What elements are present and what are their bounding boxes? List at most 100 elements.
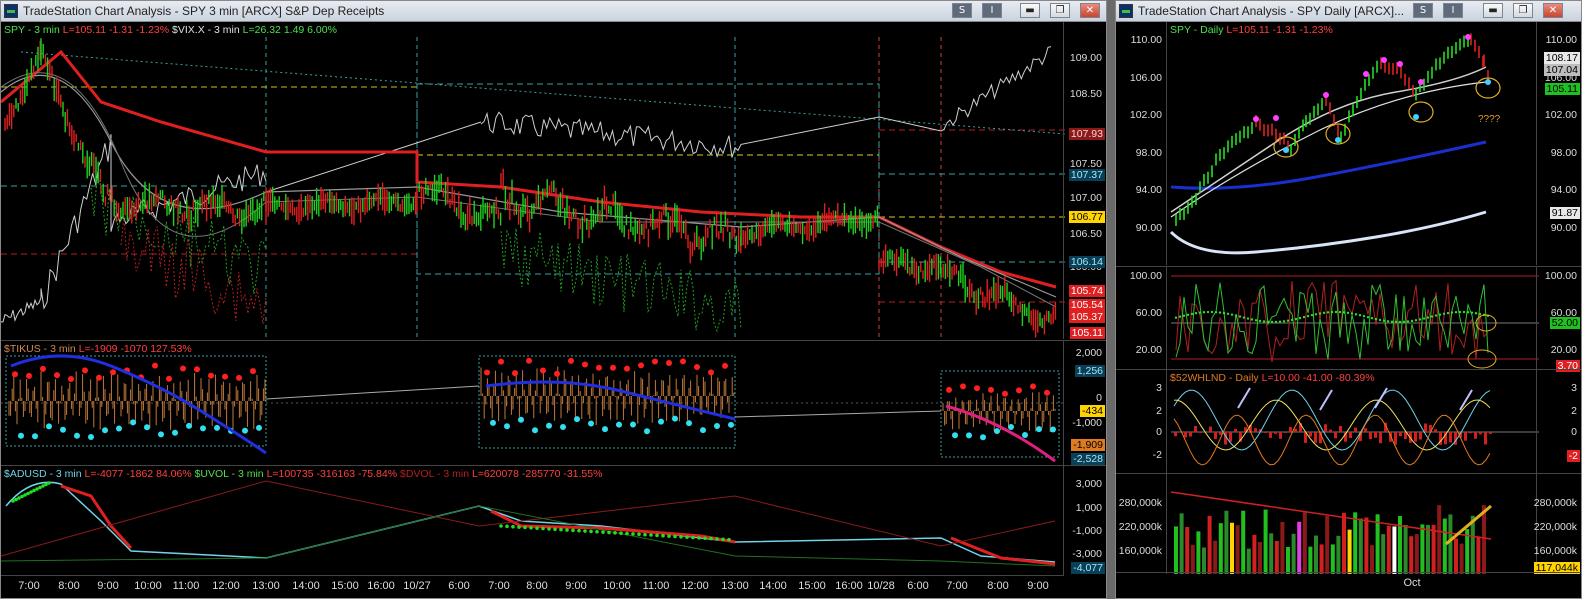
whl-marker-stroke <box>1374 387 1388 409</box>
window-title: TradeStation Chart Analysis - SPY Daily … <box>1138 4 1405 18</box>
osc-dot <box>1462 310 1466 314</box>
adusd-dot <box>667 534 671 538</box>
vol-scale[interactable]: 280,000k 220,000k 160,000k 117,044k <box>1533 474 1581 574</box>
volume-bar <box>1174 526 1178 574</box>
adusd-dot <box>655 533 659 538</box>
tikus-pane[interactable]: $TIKUS - 3 min L=-1909 -1070 127.53% 2,0… <box>1 340 1106 465</box>
volume-bar <box>1302 511 1307 574</box>
spy-price-scale[interactable]: 109.00108.50107.50107.00106.50106.00107.… <box>1063 22 1106 339</box>
whl-bar <box>1394 432 1397 445</box>
volume-bar <box>1431 524 1436 574</box>
adusd-scale[interactable]: 3,000 1,000 -1,000 -3,000 -4,077 <box>1063 466 1106 576</box>
volume-bar <box>1381 534 1386 574</box>
whl-bar <box>1434 429 1437 432</box>
whlnd-pane[interactable]: 3 2 0 -2 $52WHLND - Daily L=10.00 -41.00 -8… <box>1116 369 1581 473</box>
adusd-dot <box>511 524 515 529</box>
volume-bar <box>1224 510 1229 574</box>
volume-bar <box>1179 513 1184 574</box>
vix-line <box>480 46 1052 159</box>
whl-bar <box>1289 427 1292 432</box>
time-axis[interactable]: 7:00 8:00 9:00 10:00 11:00 12:00 13:00 14:00 15:… <box>1 575 1064 598</box>
whl-bar <box>1369 432 1372 440</box>
spy-daily-plot: ???? <box>1169 33 1501 255</box>
whl-scale[interactable]: 3 2 0 -2 <box>1536 370 1581 473</box>
minimize-button[interactable]: ▬ <box>1020 3 1040 18</box>
restore-button[interactable]: ❐ <box>1050 3 1070 18</box>
title-bar[interactable]: TradeStation Chart Analysis - SPY Daily … <box>1116 1 1581 22</box>
swing-high-dot <box>1418 79 1424 85</box>
whl-bar <box>1379 432 1382 444</box>
header-field: 1.49 <box>283 24 308 36</box>
date-axis[interactable]: Oct <box>1116 572 1581 598</box>
tick-high-dot <box>110 369 116 376</box>
volume-pane[interactable]: 280,000k 220,000k 160,000k 280,000k 220,000… <box>1116 473 1581 574</box>
daily-tick: 102.00 <box>1544 109 1577 121</box>
volume-bar <box>1448 514 1453 574</box>
header-field: L=-1909 <box>78 343 121 355</box>
volume-bar <box>1235 525 1240 574</box>
daily-marker: 105.11 <box>1544 83 1580 95</box>
tick-low-dot <box>952 432 958 439</box>
adusd-tick: -1,000 <box>1072 525 1102 537</box>
volume-bar <box>1291 533 1296 574</box>
time-label: 8:00 <box>987 580 1009 592</box>
adusd-dot <box>721 537 725 542</box>
close-button[interactable]: ✕ <box>1080 3 1100 18</box>
time-label: 7:00 <box>18 580 40 592</box>
header-field: SPY - 3 min <box>4 24 63 36</box>
spy-price-pane[interactable]: SPY - 3 min L=105.11 -1.31 -1.23% $VIX.X… <box>1 22 1106 339</box>
tick-low-dot <box>700 427 706 434</box>
adusd-pane[interactable]: $ADUSD - 3 min L=-4077 -1862 84.06% $UVO… <box>1 465 1106 576</box>
tick-high-dot <box>694 363 700 370</box>
osc-dot <box>1418 318 1422 321</box>
symbol-link-button[interactable]: S <box>952 3 972 18</box>
volume-bar <box>1258 542 1262 574</box>
volume-bar <box>1476 536 1481 574</box>
oscillator-pane[interactable]: 100.00 60.00 20.00 100.00 60.00 20.00 52.00 3.… <box>1116 266 1581 372</box>
time-label: 12:00 <box>212 580 240 592</box>
volume-bar <box>1386 525 1391 574</box>
osc-dot <box>1190 312 1194 316</box>
title-bar[interactable]: TradeStation Chart Analysis - SPY 3 min … <box>1 1 1106 22</box>
tick-low-dot <box>18 432 24 439</box>
tick-low-dot <box>74 432 80 439</box>
whl-bar <box>1234 428 1237 432</box>
volume-bar <box>1454 538 1458 574</box>
tick-high-dot <box>708 369 714 376</box>
osc-dot <box>1330 310 1334 314</box>
volume-bar <box>1319 544 1324 574</box>
spy-daily-pane[interactable]: 110.00 106.00 102.00 98.00 94.00 90.00 ???? S… <box>1116 22 1581 265</box>
time-label: 10/27 <box>403 580 431 592</box>
whl-line-cyan <box>1173 389 1491 451</box>
tikus-scale[interactable]: 2,000 0 -1,000 1,256 -434 -1,909 -2,528 <box>1063 341 1106 465</box>
interval-link-button[interactable]: I <box>1443 3 1463 18</box>
volume-bar <box>1286 546 1290 574</box>
daily-tick: 90.00 <box>1550 222 1577 234</box>
osc-scale[interactable]: 100.00 60.00 20.00 52.00 3.70 <box>1536 267 1581 372</box>
time-label: 9:00 <box>97 580 119 592</box>
osc-dot <box>1178 315 1182 318</box>
header-field: -1070 <box>120 343 151 355</box>
osc-dot <box>1210 310 1214 314</box>
oscillator-plot <box>1171 275 1539 369</box>
osc-dot <box>1306 314 1310 318</box>
osc-dot <box>1378 318 1382 322</box>
osc-dot <box>1414 319 1418 322</box>
close-button[interactable]: ✕ <box>1543 3 1563 18</box>
minimize-button[interactable]: ▬ <box>1483 3 1503 18</box>
swing-low-dot <box>1413 114 1419 120</box>
tick-low-dot <box>46 423 52 430</box>
header-field: L=-4077 <box>84 468 127 480</box>
adusd-tick: -3,000 <box>1072 548 1102 560</box>
interval-link-button[interactable]: I <box>982 3 1002 18</box>
symbol-link-button[interactable]: S <box>1413 3 1433 18</box>
daily-price-scale[interactable]: 110.00 106.00 102.00 98.00 94.00 90.00 108.17 1… <box>1536 22 1581 265</box>
tick-high-dot <box>624 365 630 372</box>
restore-button[interactable]: ❐ <box>1513 3 1533 18</box>
adusd-dot <box>601 530 605 534</box>
time-label: 14:00 <box>292 580 320 592</box>
tick-high-dot <box>960 383 966 390</box>
tick-high-dot <box>596 364 602 371</box>
whl-bar <box>1174 432 1177 437</box>
tick-low-dot <box>1022 432 1028 439</box>
